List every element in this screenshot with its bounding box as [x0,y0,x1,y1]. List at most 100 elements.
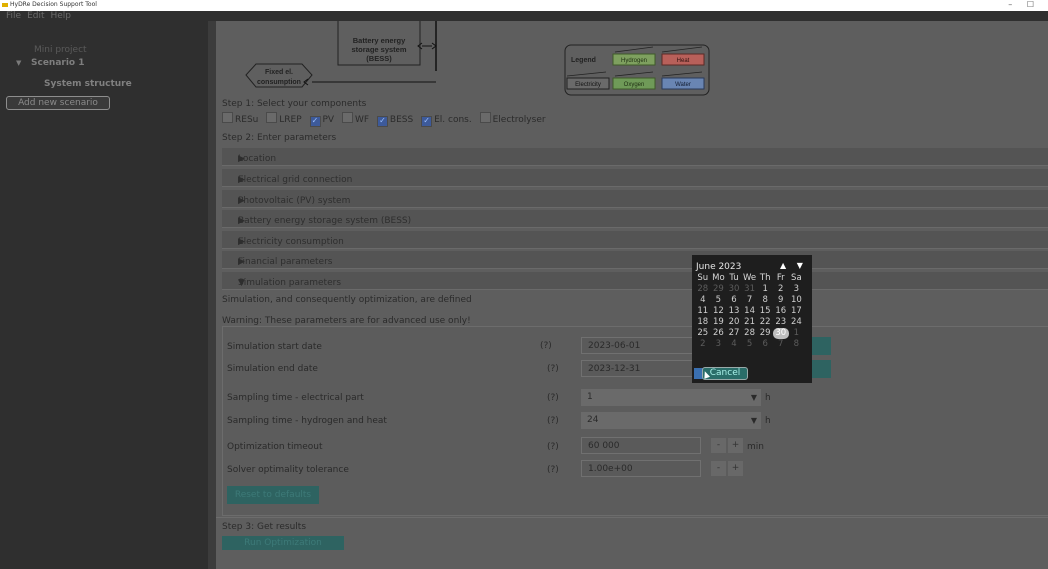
day-cell[interactable]: 3 [711,339,727,350]
checkbox-el-cons[interactable]: ✓ [421,116,433,127]
day-cell[interactable]: 13 [726,306,742,317]
section-simulation-parameters[interactable]: ▼ Simulation parameters [222,272,1048,290]
component-electrolyser[interactable]: Electrolyser [479,112,546,125]
start-date-help[interactable]: (?) [540,341,552,351]
checkbox-electrolyser[interactable] [479,112,491,123]
day-cell[interactable]: 12 [711,306,727,317]
component-wf-label: WF [354,115,370,125]
day-cell[interactable]: 19 [711,317,727,328]
timeout-help[interactable]: (?) [547,442,559,452]
chevron-down-icon[interactable]: ▼ [16,59,21,67]
sampling-el-help[interactable]: (?) [547,393,559,403]
day-cell[interactable]: 29 [711,284,727,295]
day-cell[interactable]: 30 [726,284,742,295]
sidebar-item-scenario[interactable]: Scenario 1 [31,58,85,68]
end-date-field[interactable]: 2023-12-31 [581,360,701,377]
section-bess[interactable]: ▶ Battery energy storage system (BESS) [222,210,1048,228]
day-cell[interactable]: 16 [773,306,789,317]
component-resu[interactable]: RESu [222,112,258,125]
component-wf[interactable]: WF [341,112,370,125]
day-cell[interactable]: 5 [742,339,758,350]
section-pv-system[interactable]: ▶ Photovoltaic (PV) system [222,190,1048,208]
day-cell[interactable]: 2 [695,339,711,350]
run-optimization-button[interactable]: Run Optimization [222,536,344,550]
day-cell[interactable]: 25 [695,328,711,339]
day-cell[interactable]: 8 [757,295,773,306]
tolerance-field[interactable]: 1.00e+00 [581,460,701,477]
reset-defaults-button[interactable]: Reset to defaults [227,486,319,504]
day-cell[interactable]: 7 [742,295,758,306]
checkbox-lrep[interactable] [266,112,278,123]
menu-help[interactable]: Help [51,11,72,21]
day-cell[interactable]: 20 [726,317,742,328]
day-cell[interactable]: 11 [695,306,711,317]
timeout-field[interactable]: 60 000 [581,437,701,454]
day-cell[interactable]: 17 [789,306,805,317]
picker-nav-arrows[interactable]: ▲ ▼ [780,261,807,270]
day-cell[interactable]: 26 [711,328,727,339]
menu-file[interactable]: File [6,11,21,21]
day-cell[interactable]: 23 [773,317,789,328]
day-cell[interactable]: 8 [789,339,805,350]
day-cell[interactable]: 9 [773,295,789,306]
day-cell[interactable]: 1 [757,284,773,295]
day-cell[interactable]: 10 [789,295,805,306]
tolerance-help[interactable]: (?) [547,465,559,475]
window-controls[interactable]: – ☐ [1008,0,1040,9]
day-cell[interactable]: 6 [726,295,742,306]
day-cell[interactable]: 4 [726,339,742,350]
tolerance-decrement-button[interactable]: - [711,461,726,476]
checkbox-pv[interactable]: ✓ [309,116,321,127]
start-date-field[interactable]: 2023-06-01 [581,337,701,354]
sidebar-splitter[interactable] [208,21,216,569]
checkbox-resu[interactable] [222,112,233,123]
component-el-cons[interactable]: ✓ El. cons. [421,115,472,127]
sampling-h2-help[interactable]: (?) [547,416,559,426]
day-cell[interactable]: 22 [757,317,773,328]
sidebar-item-system-structure[interactable]: System structure [44,79,132,89]
day-cell[interactable]: 28 [695,284,711,295]
section-location[interactable]: ▶ Location [222,148,1048,166]
day-cell[interactable]: 27 [726,328,742,339]
checkbox-bess[interactable]: ✓ [376,116,388,127]
component-pv[interactable]: ✓ PV [309,115,334,127]
day-cell[interactable]: 5 [711,295,727,306]
sidebar-item-mini-project[interactable]: Mini project [34,45,87,55]
weekday-label: Mo [712,273,725,283]
component-lrep[interactable]: LREP [266,112,302,125]
day-cell[interactable]: 29 [757,328,773,339]
component-checkboxes: RESu LREP ✓ PV WF ✓ BESS ✓ El. cons. Electr… [222,112,551,127]
timeout-increment-button[interactable]: + [728,438,743,453]
step1-title: Step 1: Select your components [222,99,367,109]
day-cell[interactable]: 2 [773,284,789,295]
checkbox-wf[interactable] [341,112,353,123]
component-electrolyser-label: Electrolyser [492,115,546,125]
section-electricity-consumption[interactable]: ▶ Electricity consumption [222,231,1048,249]
menu-edit[interactable]: Edit [27,11,44,21]
day-cell[interactable]: 28 [742,328,758,339]
dropdown-arrow-icon: ▼ [750,393,757,402]
day-cell[interactable]: 6 [757,339,773,350]
timeout-decrement-button[interactable]: - [711,438,726,453]
day-cell[interactable]: 7 [773,339,789,350]
day-cell[interactable]: 1 [789,328,805,339]
day-cell[interactable]: 21 [742,317,758,328]
window-titlebar: HyDRe Decision Support Tool – ☐ [0,0,1048,11]
day-cell-selected[interactable]: 30 [772,328,789,339]
day-cell[interactable]: 31 [742,284,758,295]
add-scenario-button[interactable]: Add new scenario [6,96,110,110]
section-label: Location [238,154,277,164]
day-cell[interactable]: 18 [695,317,711,328]
sampling-h2-select[interactable]: 24 ▼ [581,412,761,429]
day-cell[interactable]: 3 [789,284,805,295]
section-grid-connection[interactable]: ▶ Electrical grid connection [222,169,1048,187]
day-cell[interactable]: 4 [695,295,711,306]
tolerance-increment-button[interactable]: + [728,461,743,476]
end-date-help[interactable]: (?) [547,364,559,374]
component-bess[interactable]: ✓ BESS [376,115,413,127]
sampling-el-select[interactable]: 1 ▼ [581,389,761,406]
day-cell[interactable]: 14 [742,306,758,317]
day-cell[interactable]: 24 [789,317,805,328]
section-financial-parameters[interactable]: ▶ Financial parameters [222,251,1048,269]
day-cell[interactable]: 15 [757,306,773,317]
